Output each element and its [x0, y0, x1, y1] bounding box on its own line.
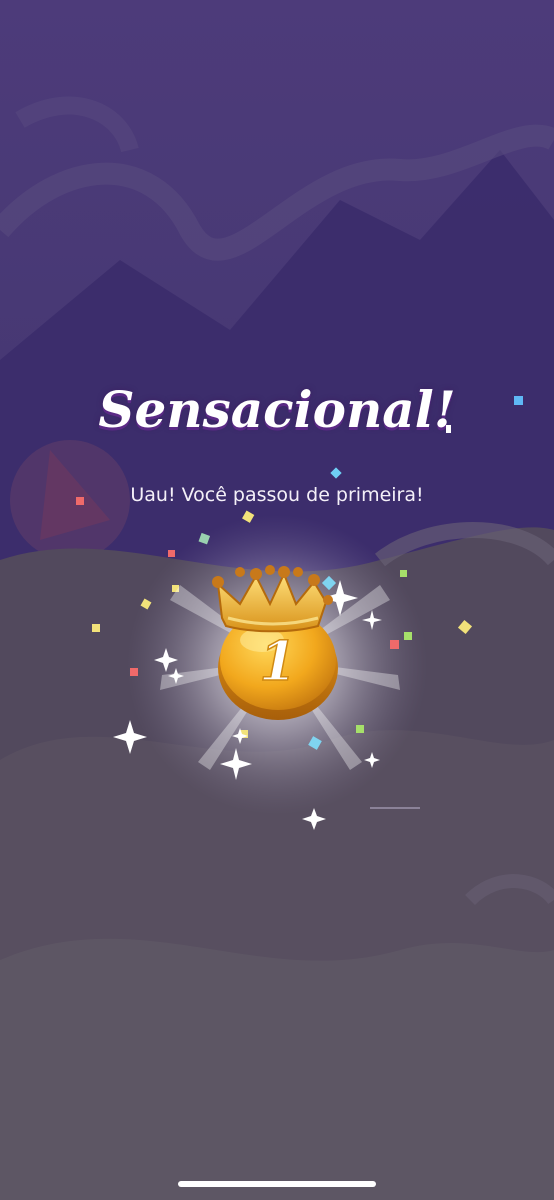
badge-number: 1	[259, 629, 297, 693]
confetti-piece	[130, 668, 138, 676]
crown-medal-icon: 1	[150, 540, 410, 790]
confetti-piece	[514, 396, 523, 405]
confetti-piece	[457, 619, 473, 635]
confetti-piece	[76, 497, 84, 505]
confetti-piece	[330, 467, 342, 479]
confetti-piece	[446, 425, 451, 433]
confetti-piece	[242, 510, 255, 523]
confetti-piece	[92, 624, 100, 632]
home-indicator[interactable]	[178, 1181, 376, 1187]
